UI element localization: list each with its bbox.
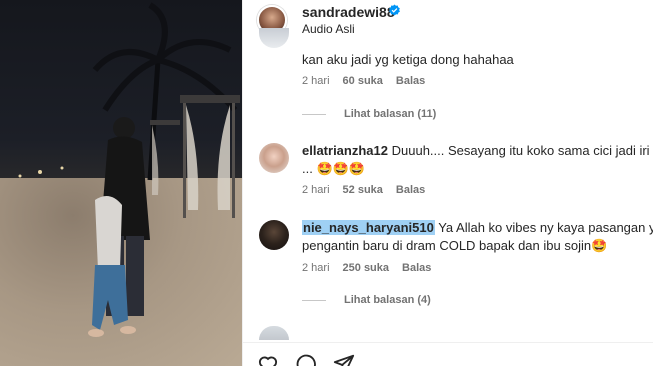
view-replies-button[interactable]: Lihat balasan (4) bbox=[344, 294, 431, 306]
comment-meta: 2 hari 250 suka Balas bbox=[302, 262, 444, 274]
comment-text: ellatrianzha12 Duuuh.... Sesayang itu ko… bbox=[302, 143, 653, 158]
verified-badge-icon bbox=[389, 4, 400, 16]
audio-label[interactable]: Audio Asli bbox=[302, 22, 355, 36]
comment-meta: 2 hari 60 suka Balas bbox=[302, 75, 438, 87]
comment-icon[interactable] bbox=[295, 353, 317, 366]
comment-avatar[interactable] bbox=[259, 143, 289, 173]
author-username[interactable]: sandradewi88 bbox=[302, 4, 395, 20]
comment-username[interactable]: nie_nays_haryani510 bbox=[302, 220, 435, 235]
comment-avatar[interactable] bbox=[259, 28, 289, 48]
comment-text: nie_nays_haryani510 Ya Allah ko vibes ny… bbox=[302, 220, 653, 235]
view-replies-button[interactable]: Lihat balasan (11) bbox=[344, 108, 436, 120]
comment-text-line2: ... 🤩🤩🤩 bbox=[302, 161, 366, 176]
post-header: sandradewi88 Audio Asli bbox=[243, 0, 653, 40]
comment-time: 2 hari bbox=[302, 75, 330, 87]
comment-text-line2: pengantin baru di dram COLD bapak dan ib… bbox=[302, 238, 608, 253]
comment-avatar[interactable] bbox=[259, 220, 289, 250]
comment-time: 2 hari bbox=[302, 262, 330, 274]
comment-likes[interactable]: 52 suka bbox=[343, 184, 383, 196]
action-bar bbox=[243, 342, 653, 366]
reply-divider bbox=[302, 300, 326, 301]
reply-button[interactable]: Balas bbox=[396, 184, 425, 196]
heart-icon[interactable] bbox=[257, 353, 279, 366]
post-media[interactable] bbox=[0, 0, 242, 366]
comment-text: kan aku jadi yg ketiga dong hahahaa bbox=[302, 52, 514, 67]
comment-likes[interactable]: 250 suka bbox=[343, 262, 389, 274]
reply-button[interactable]: Balas bbox=[402, 262, 431, 274]
comment-likes[interactable]: 60 suka bbox=[343, 75, 383, 87]
share-icon[interactable] bbox=[333, 353, 355, 366]
comment-username[interactable]: ellatrianzha12 bbox=[302, 143, 388, 158]
reply-divider bbox=[302, 114, 326, 115]
comment-time: 2 hari bbox=[302, 184, 330, 196]
reply-button[interactable]: Balas bbox=[396, 75, 425, 87]
night-beach-scene bbox=[18, 2, 240, 337]
comment-avatar[interactable] bbox=[259, 326, 289, 340]
post-details-panel: sandradewi88 Audio Asli kan aku jadi yg … bbox=[242, 0, 653, 366]
comment-meta: 2 hari 52 suka Balas bbox=[302, 184, 438, 196]
